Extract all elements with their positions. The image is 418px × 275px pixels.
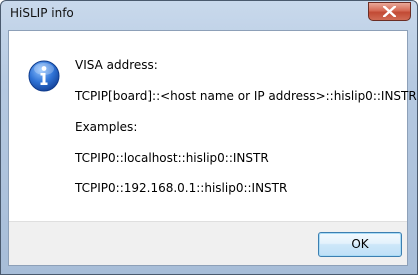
visa-address-format: TCPIP[board]::<host name or IP address>:… [75, 89, 417, 103]
button-bar: OK [9, 221, 407, 265]
dialog-window: HiSLIP info VISA address: TCPIP[board]::… [0, 0, 418, 275]
info-icon [28, 60, 60, 92]
example-localhost: TCPIP0::localhost::hislip0::INSTR [75, 151, 269, 165]
close-icon [383, 6, 396, 17]
title-bar[interactable]: HiSLIP info [1, 1, 417, 29]
close-button[interactable] [368, 2, 411, 21]
dialog-client-area: VISA address: TCPIP[board]::<host name o… [8, 30, 417, 266]
window-title: HiSLIP info [10, 6, 74, 20]
examples-heading: Examples: [75, 120, 138, 134]
visa-address-heading: VISA address: [75, 58, 158, 72]
message-area: VISA address: TCPIP[board]::<host name o… [9, 31, 417, 221]
ok-button[interactable]: OK [318, 232, 402, 257]
example-ip-address: TCPIP0::192.168.0.1::hislip0::INSTR [75, 181, 288, 195]
